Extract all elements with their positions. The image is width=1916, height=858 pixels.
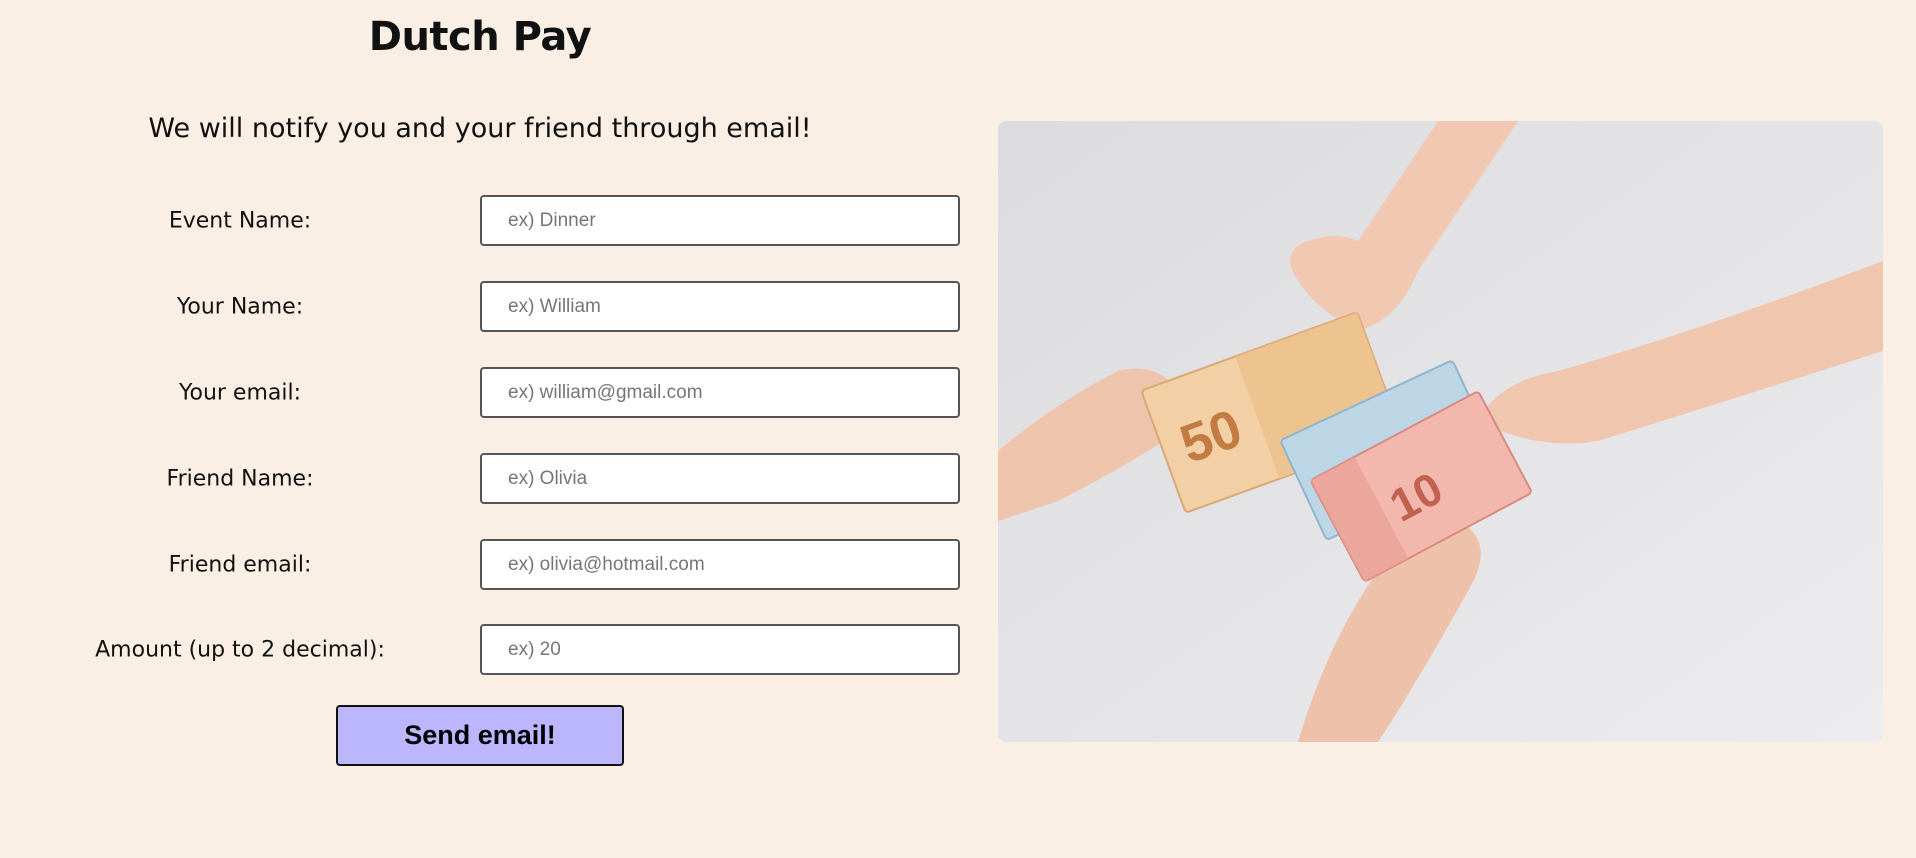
hands-exchanging-banknotes-image: 50 10 (998, 121, 1883, 742)
friend-email-label: Friend email: (168, 552, 312, 578)
friend-name-input[interactable] (480, 453, 960, 504)
your-email-label: Your email: (178, 380, 302, 406)
event-name-label: Event Name: (168, 208, 312, 234)
form-row-friend-email: Friend email: (0, 539, 960, 591)
form-row-your-name: Your Name: (0, 281, 960, 333)
photo-illustration: 50 10 (998, 121, 1883, 742)
your-name-input[interactable] (480, 281, 960, 332)
send-email-button[interactable]: Send email! (336, 705, 624, 766)
form-row-your-email: Your email: (0, 367, 960, 419)
page-subtitle: We will notify you and your friend throu… (148, 113, 812, 144)
your-name-label: Your Name: (176, 294, 304, 320)
form-row-friend-name: Friend Name: (0, 453, 960, 505)
friend-name-label: Friend Name: (166, 466, 314, 492)
your-email-input[interactable] (480, 367, 960, 418)
amount-label: Amount (up to 2 decimal): (95, 637, 385, 663)
page: Dutch Pay We will notify you and your fr… (0, 0, 1916, 858)
page-title: Dutch Pay (368, 14, 592, 60)
form-row-event-name: Event Name: (0, 195, 960, 247)
friend-email-input[interactable] (480, 539, 960, 590)
form-row-amount: Amount (up to 2 decimal): (0, 624, 960, 676)
event-name-input[interactable] (480, 195, 960, 246)
amount-input[interactable] (480, 624, 960, 675)
